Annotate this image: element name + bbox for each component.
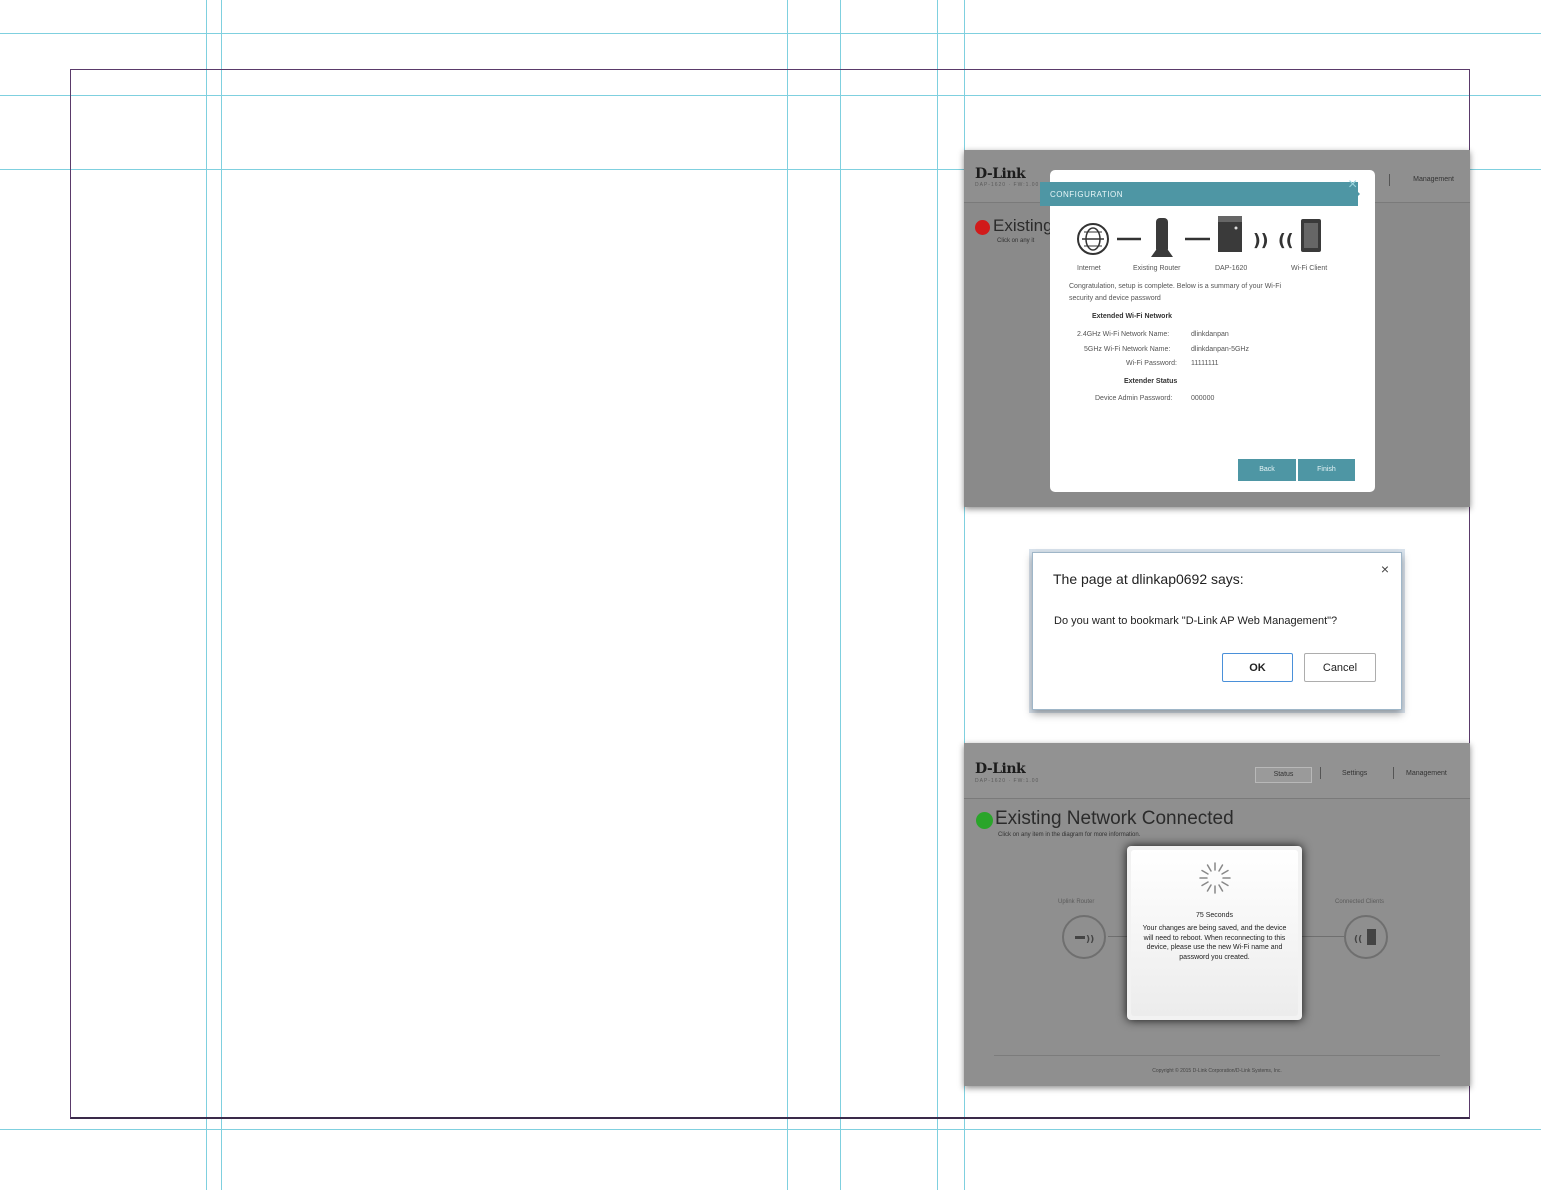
app-header: D-Link DAP-1620 · FW:1.00 Status Setting… [964,743,1470,799]
reboot-screenshot: D-Link DAP-1620 · FW:1.00 Status Setting… [964,743,1470,1086]
footer-divider [994,1055,1440,1056]
loading-spinner-icon [1199,862,1231,894]
router-signal-icon: )) [1075,935,1094,945]
section-heading: Extended Wi-Fi Network [1092,313,1173,320]
client-device-icon: (( [1354,929,1376,945]
signal-icon: (( [1278,231,1294,251]
nav-management[interactable]: Management [1406,770,1447,777]
model-subtitle: DAP-1620 · FW:1.00 [975,182,1040,188]
router-icon [1151,218,1173,257]
admin-password-value: 000000 [1191,395,1215,402]
diagram-label-client: Wi-Fi Client [1291,265,1328,272]
globe-icon [1077,223,1109,255]
bookmark-dialog: The page at dlinkap0692 says: × Do you w… [1032,552,1402,710]
model-subtitle: DAP-1620 · FW:1.00 [975,778,1040,784]
link-line [1302,936,1344,937]
dialog-message: Do you want to bookmark "D-Link AP Web M… [1054,615,1338,627]
guide-line [0,1129,1541,1130]
status-title: Existing Network Connected [995,808,1234,829]
wifi-password-value: 11111111 [1191,360,1219,367]
phone-icon [1301,219,1321,252]
status-error-icon [975,220,990,235]
connected-clients-node[interactable]: (( [1344,915,1388,959]
svg-text:((: (( [1354,935,1362,945]
back-button[interactable]: Back [1238,459,1296,481]
dialog-title: The page at dlinkap0692 says: [1053,571,1244,587]
guide-line [0,33,1541,34]
network-24-label: 2.4GHz Wi-Fi Network Name: [1077,331,1170,338]
close-icon[interactable]: × [1381,561,1389,577]
section-heading: Extender Status [1124,378,1178,385]
finish-button[interactable]: Finish [1298,459,1355,481]
close-icon[interactable]: × [1348,176,1357,194]
dlink-logo: D-Link [975,761,1026,777]
node-label: Uplink Router [1058,899,1095,905]
nav-separator [1389,174,1390,186]
status-subtitle: Click on any it [997,238,1035,244]
status-title: Existing [993,216,1053,235]
nav-status[interactable]: Status [1255,767,1312,783]
reboot-wait-dialog: 75 Seconds Your changes are being saved,… [1127,846,1302,1020]
modal-title: CONFIGURATION [1050,190,1124,199]
topology-diagram: )) (( [1077,216,1321,257]
diagram-label-internet: Internet [1077,265,1101,272]
network-5-label: 5GHz Wi-Fi Network Name: [1084,346,1171,353]
modal-banner: CONFIGURATION [1040,182,1358,206]
signal-icon: )) [1253,231,1269,251]
status-subtitle: Click on any item in the diagram for mor… [998,832,1141,838]
intro-text: security and device password [1069,295,1161,302]
admin-password-label: Device Admin Password: [1095,395,1173,402]
nav-separator [1393,767,1394,779]
dlink-logo: D-Link [975,166,1026,182]
network-24-value: dlinkdanpan [1191,331,1229,338]
extender-icon [1218,216,1242,252]
nav-management[interactable]: Management [1413,176,1454,183]
wifi-password-label: Wi-Fi Password: [1126,360,1177,367]
cancel-button[interactable]: Cancel [1304,653,1376,682]
svg-text:)): )) [1086,935,1094,945]
ok-button[interactable]: OK [1222,653,1293,682]
uplink-router-node[interactable]: )) [1062,915,1106,959]
status-ok-icon [976,812,993,829]
node-label: Connected Clients [1335,899,1385,905]
configuration-modal: CONFIGURATION × )) ((Internet Existing … [1040,170,1375,492]
nav-settings[interactable]: Settings [1342,770,1367,777]
link-line [1108,936,1128,937]
countdown-text: 75 Seconds [1196,912,1233,919]
nav-separator [1320,767,1321,779]
intro-text: Congratulation, setup is complete. Below… [1069,283,1282,290]
diagram-label-router: Existing Router [1133,265,1181,272]
reboot-message: Your changes are being saved, and the de… [1142,925,1287,961]
network-5-value: dlinkdanpan-5GHz [1191,346,1249,353]
copyright: Copyright © 2015 D-Link Corporation/D-Li… [1152,1068,1282,1074]
configuration-screenshot: D-Link DAP-1620 · FW:1.00 Management Exi… [964,150,1470,507]
diagram-label-extender: DAP-1620 [1215,265,1248,272]
